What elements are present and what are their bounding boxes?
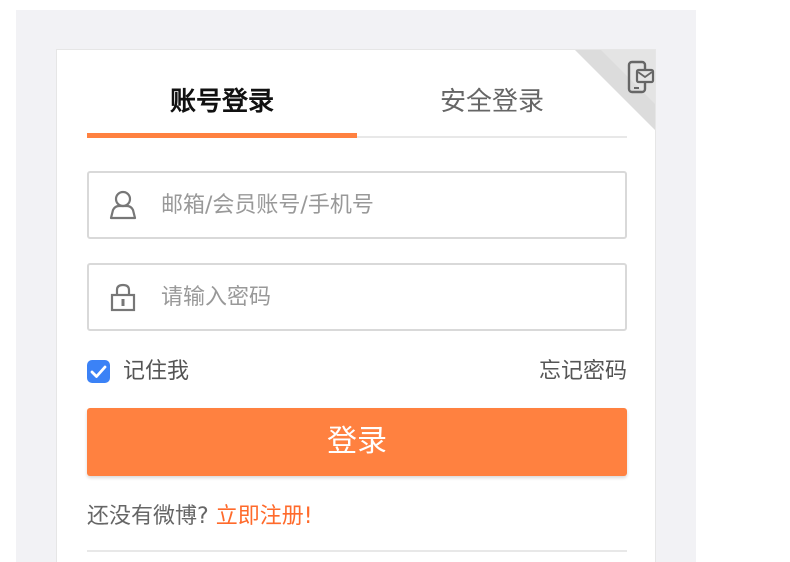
register-row: 还没有微博? 立即注册!: [87, 502, 313, 532]
register-prompt: 还没有微博?: [87, 504, 209, 529]
username-field[interactable]: [87, 171, 627, 239]
remember-row: 记住我 忘记密码: [87, 357, 627, 387]
lock-icon: [107, 281, 139, 313]
tab-secure-login[interactable]: 安全登录: [357, 50, 627, 138]
password-field[interactable]: [87, 263, 627, 331]
active-tab-indicator: [87, 133, 357, 138]
checkmark-icon: [90, 365, 107, 378]
login-card: 账号登录 安全登录 记住我 忘记密码 登: [56, 49, 656, 562]
remember-checkbox[interactable]: [87, 360, 110, 383]
register-link[interactable]: 立即注册!: [216, 504, 313, 529]
user-icon: [107, 189, 139, 221]
login-tabs: 账号登录 安全登录: [87, 50, 627, 138]
bottom-divider: [87, 550, 627, 552]
password-input[interactable]: [161, 265, 611, 329]
remember-label[interactable]: 记住我: [123, 357, 189, 387]
tab-account-login[interactable]: 账号登录: [87, 50, 357, 138]
login-button[interactable]: 登录: [87, 408, 627, 476]
forgot-password-link[interactable]: 忘记密码: [539, 357, 627, 387]
username-input[interactable]: [161, 173, 611, 237]
